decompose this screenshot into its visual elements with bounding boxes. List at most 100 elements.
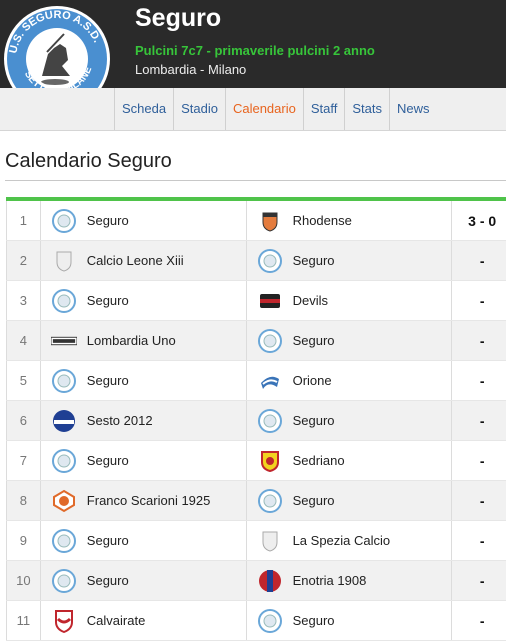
away-team-name[interactable]: Seguro — [293, 613, 335, 628]
home-team-cell[interactable]: Seguro — [41, 281, 247, 320]
match-score[interactable]: - — [452, 601, 506, 640]
table-row[interactable]: 8 Franco Scarioni 1925 Seguro - — [6, 481, 506, 521]
la-spezia-calcio-logo-icon — [257, 528, 283, 554]
home-team-name[interactable]: Seguro — [87, 373, 129, 388]
matchday-number: 6 — [6, 401, 41, 440]
matchday-number: 7 — [6, 441, 41, 480]
matchday-number: 8 — [6, 481, 41, 520]
match-score[interactable]: 3 - 0 — [452, 201, 506, 240]
sesto-2012-logo-icon — [51, 408, 77, 434]
calvairate-logo-icon — [51, 608, 77, 634]
away-team-cell[interactable]: La Spezia Calcio — [247, 521, 453, 560]
matchday-number: 5 — [6, 361, 41, 400]
away-team-cell[interactable]: Seguro — [246, 481, 453, 520]
table-row[interactable]: 3 Seguro Devils - — [6, 281, 506, 321]
seguro-logo-icon — [51, 568, 77, 594]
away-team-cell[interactable]: Seguro — [246, 321, 453, 360]
table-row[interactable]: 2 Calcio Leone Xiii Seguro - — [6, 241, 506, 281]
rhodense-logo-icon — [257, 208, 283, 234]
home-team-cell[interactable]: Seguro — [41, 521, 247, 560]
away-team-name[interactable]: Enotria 1908 — [293, 573, 367, 588]
tab-stadio[interactable]: Stadio — [173, 88, 225, 130]
tab-news[interactable]: News — [388, 88, 437, 130]
away-team-name[interactable]: La Spezia Calcio — [293, 533, 391, 548]
away-team-name[interactable]: Seguro — [293, 253, 335, 268]
home-team-cell[interactable]: Seguro — [40, 561, 247, 600]
match-score[interactable]: - — [452, 401, 506, 440]
seguro-logo-icon — [51, 288, 77, 314]
seguro-logo-icon — [51, 448, 77, 474]
away-team-name[interactable]: Seguro — [293, 493, 335, 508]
tab-calendario[interactable]: Calendario — [224, 88, 303, 130]
home-team-name[interactable]: Calcio Leone Xiii — [87, 253, 184, 268]
away-team-cell[interactable]: Devils — [247, 281, 453, 320]
home-team-cell[interactable]: Calvairate — [41, 601, 247, 640]
away-team-cell[interactable]: Enotria 1908 — [246, 561, 453, 600]
table-row[interactable]: 9 Seguro La Spezia Calcio - — [6, 521, 506, 561]
enotria-1908-logo-icon — [257, 568, 283, 594]
match-score[interactable]: - — [452, 561, 506, 600]
tab-stats[interactable]: Stats — [344, 88, 389, 130]
table-row[interactable]: 10 Seguro Enotria 1908 - — [6, 561, 506, 601]
away-team-name[interactable]: Seguro — [293, 333, 335, 348]
match-score[interactable]: - — [452, 521, 506, 560]
match-score[interactable]: - — [452, 361, 506, 400]
away-team-name[interactable]: Rhodense — [293, 213, 352, 228]
club-header: U.S. SEGURO A.S.D. SETTIMO MILANESE Segu… — [0, 0, 506, 112]
matchday-number: 4 — [6, 321, 41, 360]
match-score[interactable]: - — [452, 481, 506, 520]
seguro-logo-icon — [51, 528, 77, 554]
table-row[interactable]: 4 Lombardia Uno Seguro - — [6, 321, 506, 361]
seguro-logo-icon — [257, 608, 283, 634]
away-team-name[interactable]: Seguro — [293, 413, 335, 428]
orione-logo-icon — [257, 368, 283, 394]
home-team-name[interactable]: Franco Scarioni 1925 — [87, 493, 211, 508]
home-team-name[interactable]: Seguro — [87, 573, 129, 588]
home-team-name[interactable]: Lombardia Uno — [87, 333, 176, 348]
matchday-number: 2 — [6, 241, 41, 280]
franco-scarioni-1925-logo-icon — [51, 488, 77, 514]
home-team-name[interactable]: Seguro — [87, 453, 129, 468]
home-team-cell[interactable]: Seguro — [41, 441, 247, 480]
home-team-name[interactable]: Sesto 2012 — [87, 413, 153, 428]
matchday-number: 1 — [6, 201, 41, 240]
home-team-cell[interactable]: Seguro — [41, 201, 247, 240]
home-team-cell[interactable]: Franco Scarioni 1925 — [40, 481, 247, 520]
match-score[interactable]: - — [452, 441, 506, 480]
home-team-name[interactable]: Seguro — [87, 533, 129, 548]
tab-staff[interactable]: Staff — [302, 88, 345, 130]
away-team-cell[interactable]: Seguro — [246, 241, 453, 280]
away-team-name[interactable]: Orione — [293, 373, 332, 388]
match-score[interactable]: - — [452, 241, 506, 280]
sedriano-logo-icon — [257, 448, 283, 474]
seguro-logo-icon — [257, 328, 283, 354]
home-team-cell[interactable]: Sesto 2012 — [40, 401, 247, 440]
seguro-logo-icon — [257, 248, 283, 274]
home-team-cell[interactable]: Lombardia Uno — [40, 321, 247, 360]
matchday-number: 9 — [6, 521, 41, 560]
matchday-number: 10 — [6, 561, 41, 600]
match-score[interactable]: - — [452, 321, 506, 360]
away-team-cell[interactable]: Seguro — [247, 601, 453, 640]
table-row[interactable]: 7 Seguro Sedriano - — [6, 441, 506, 481]
table-row[interactable]: 5 Seguro Orione - — [6, 361, 506, 401]
away-team-cell[interactable]: Sedriano — [247, 441, 453, 480]
home-team-name[interactable]: Seguro — [87, 213, 129, 228]
away-team-cell[interactable]: Seguro — [246, 401, 453, 440]
home-team-name[interactable]: Calvairate — [87, 613, 146, 628]
table-row[interactable]: 1 Seguro Rhodense 3 - 0 — [6, 201, 506, 241]
table-row[interactable]: 11 Calvairate Seguro - — [6, 601, 506, 641]
seguro-logo-icon — [51, 208, 77, 234]
away-team-cell[interactable]: Orione — [247, 361, 453, 400]
devils-logo-icon — [257, 288, 283, 314]
home-team-name[interactable]: Seguro — [87, 293, 129, 308]
away-team-name[interactable]: Devils — [293, 293, 328, 308]
away-team-name[interactable]: Sedriano — [293, 453, 345, 468]
home-team-cell[interactable]: Seguro — [41, 361, 247, 400]
table-row[interactable]: 6 Sesto 2012 Seguro - — [6, 401, 506, 441]
seguro-logo-icon — [257, 488, 283, 514]
home-team-cell[interactable]: Calcio Leone Xiii — [40, 241, 247, 280]
tab-scheda[interactable]: Scheda — [114, 88, 173, 130]
match-score[interactable]: - — [452, 281, 506, 320]
away-team-cell[interactable]: Rhodense — [247, 201, 453, 240]
